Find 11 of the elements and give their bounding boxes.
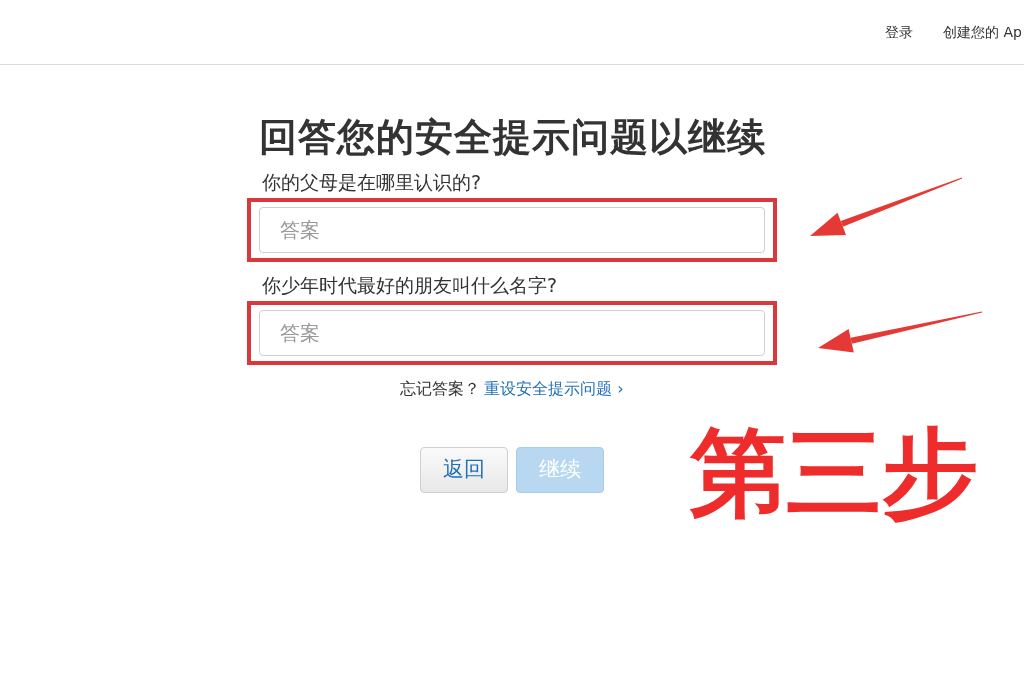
answer-field[interactable]: 答案 xyxy=(259,310,765,356)
forgot-answer-text: 忘记答案？ 重设安全提示问题 › xyxy=(400,378,624,400)
reset-questions-link[interactable]: 重设安全提示问题 › xyxy=(484,379,624,398)
question-label: 你少年时代最好的朋友叫什么名字? xyxy=(262,273,559,298)
step-annotation: 第三步 xyxy=(690,418,978,528)
question-label: 你的父母是在哪里认识的? xyxy=(262,170,483,195)
back-button[interactable]: 返回 xyxy=(420,447,508,493)
nav-link[interactable]: 登录 xyxy=(885,21,914,43)
nav-link[interactable]: 创建您的 Ap xyxy=(943,21,1022,43)
answer-field[interactable]: 答案 xyxy=(259,207,765,253)
page-title: 回答您的安全提示问题以继续 xyxy=(258,114,766,161)
